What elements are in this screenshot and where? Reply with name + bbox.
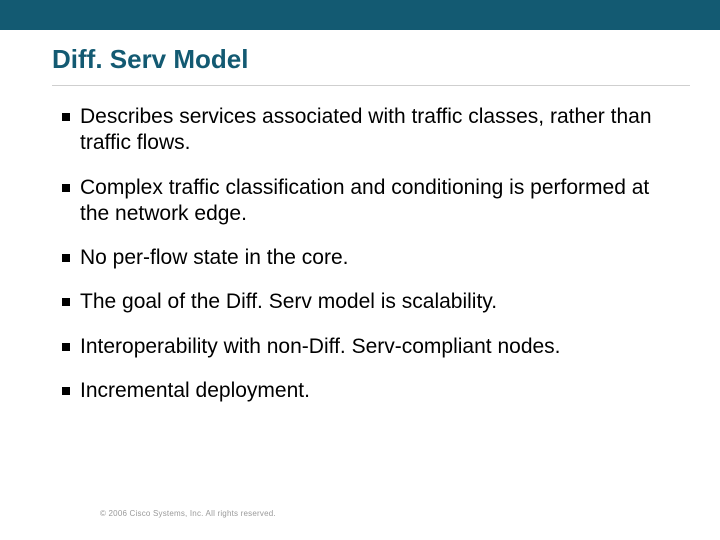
list-item: No per-flow state in the core. [62,245,660,271]
slide-title: Diff. Serv Model [0,30,720,81]
slide-body: Describes services associated with traff… [0,96,720,404]
square-bullet-icon [62,387,70,395]
slide: Diff. Serv Model Describes services asso… [0,0,720,540]
list-item: Complex traffic classification and condi… [62,175,660,228]
bullet-text: No per-flow state in the core. [80,245,348,271]
bullet-text: Interoperability with non-Diff. Serv-com… [80,334,561,360]
list-item: The goal of the Diff. Serv model is scal… [62,289,660,315]
square-bullet-icon [62,113,70,121]
square-bullet-icon [62,254,70,262]
bullet-text: Complex traffic classification and condi… [80,175,660,228]
bullet-text: Incremental deployment. [80,378,310,404]
bullet-text: Describes services associated with traff… [80,104,660,157]
top-bar [0,0,720,30]
list-item: Interoperability with non-Diff. Serv-com… [62,334,660,360]
list-item: Incremental deployment. [62,378,660,404]
square-bullet-icon [62,298,70,306]
title-rule [52,85,690,86]
square-bullet-icon [62,184,70,192]
bullet-text: The goal of the Diff. Serv model is scal… [80,289,497,315]
list-item: Describes services associated with traff… [62,104,660,157]
square-bullet-icon [62,343,70,351]
copyright-footer: © 2006 Cisco Systems, Inc. All rights re… [100,509,276,518]
